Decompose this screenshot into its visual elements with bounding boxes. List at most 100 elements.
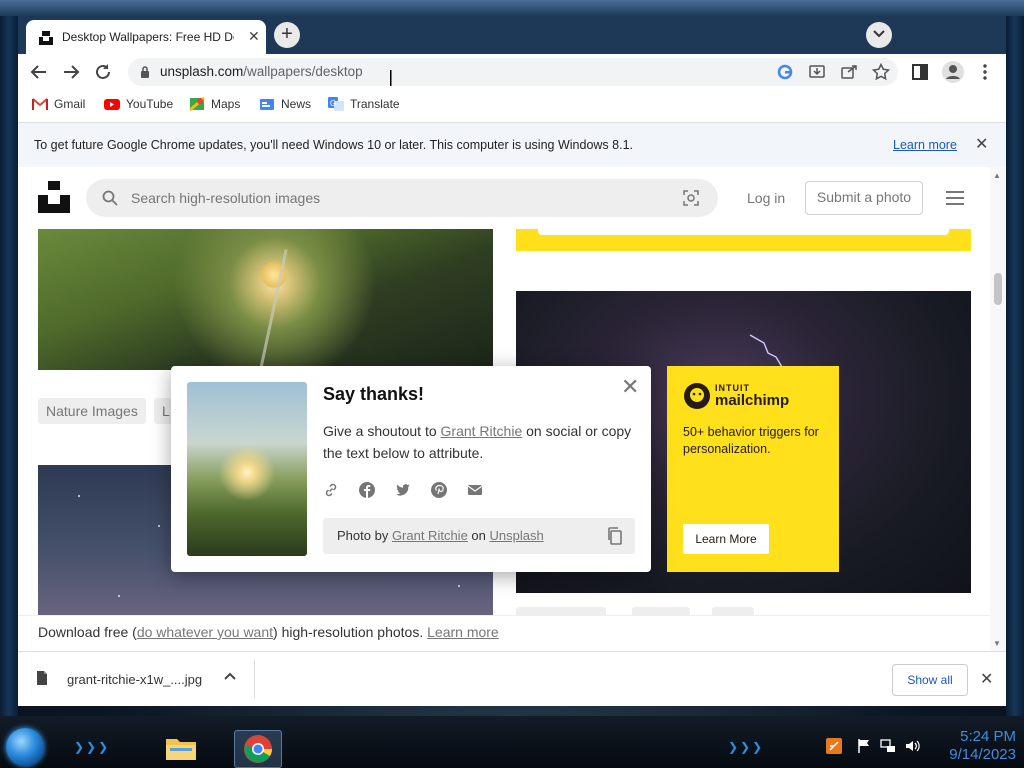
ad-learn-more-button[interactable]: Learn More bbox=[683, 524, 769, 554]
modal-photo-thumbnail bbox=[187, 382, 307, 556]
tab-unsplash[interactable]: Desktop Wallpapers: Free HD Do ✕ bbox=[26, 20, 266, 54]
gmail-icon bbox=[32, 98, 48, 110]
hamburger-menu-icon[interactable] bbox=[946, 191, 964, 209]
show-all-downloads-button[interactable]: Show all bbox=[892, 664, 968, 696]
bookmark-news[interactable]: News bbox=[259, 96, 311, 114]
download-filename[interactable]: grant-ritchie-x1w_....jpg bbox=[67, 672, 202, 687]
unsplash-logo-icon[interactable] bbox=[38, 181, 70, 213]
email-icon[interactable] bbox=[467, 482, 485, 500]
link-icon[interactable] bbox=[323, 482, 341, 500]
more-menu-icon[interactable] bbox=[976, 63, 994, 81]
tag-chip[interactable]: Nature Images bbox=[38, 398, 146, 424]
footer-learn-more-link[interactable]: Learn more bbox=[427, 624, 499, 640]
ad-brand: mailchimp bbox=[715, 392, 790, 409]
lock-icon[interactable] bbox=[140, 66, 150, 78]
side-panel-icon[interactable] bbox=[911, 63, 929, 81]
profile-avatar-icon[interactable] bbox=[942, 61, 964, 83]
search-input[interactable]: Search high-resolution images bbox=[86, 179, 718, 217]
bookmark-star-icon[interactable] bbox=[872, 63, 890, 81]
back-arrow-icon[interactable] bbox=[30, 63, 48, 81]
facebook-icon[interactable] bbox=[359, 482, 377, 500]
windows-taskbar: ❯❯❯ ❯❯❯ 5:24 PM 9/14/2023 bbox=[0, 716, 1024, 768]
credit-author-link[interactable]: Grant Ritchie bbox=[392, 528, 468, 543]
download-shelf: grant-ritchie-x1w_....jpg Show all ✕ bbox=[18, 651, 1006, 706]
photo-valley-road[interactable] bbox=[38, 229, 493, 370]
desktop: Desktop Wallpapers: Free HD Do ✕ + unspl… bbox=[0, 0, 1024, 768]
update-infobar: To get future Google Chrome updates, you… bbox=[18, 122, 1006, 168]
mailchimp-ad[interactable]: INTUIT mailchimp 50+ behavior triggers f… bbox=[667, 366, 839, 572]
login-link[interactable]: Log in bbox=[747, 190, 785, 206]
divider bbox=[254, 660, 255, 698]
tab-title: Desktop Wallpapers: Free HD Do bbox=[62, 30, 234, 44]
modal-title: Say thanks! bbox=[323, 384, 425, 404]
maps-icon bbox=[189, 96, 205, 111]
pinterest-icon[interactable] bbox=[431, 482, 449, 500]
bookmarks-bar: Gmail YouTube Maps News G Translate bbox=[18, 90, 1006, 120]
system-clock[interactable]: 5:24 PM 9/14/2023 bbox=[928, 728, 1016, 764]
submit-photo-button[interactable]: Submit a photo bbox=[805, 181, 923, 215]
url-path: /wallpapers/desktop bbox=[243, 64, 363, 79]
freddie-icon bbox=[684, 383, 710, 409]
text-cursor-icon bbox=[390, 70, 392, 86]
svg-text:G: G bbox=[330, 99, 336, 108]
author-link[interactable]: Grant Ritchie bbox=[441, 423, 523, 439]
bookmark-gmail[interactable]: Gmail bbox=[32, 96, 85, 114]
modal-body: Give a shoutout to Grant Ritchie on soci… bbox=[323, 423, 632, 461]
visual-search-icon[interactable] bbox=[683, 190, 699, 206]
tab-close-icon[interactable]: ✕ bbox=[248, 28, 260, 45]
network-icon[interactable] bbox=[880, 738, 896, 754]
tray-app-icon[interactable] bbox=[826, 738, 842, 754]
url-host: unsplash.com bbox=[160, 64, 244, 79]
install-app-icon[interactable] bbox=[808, 63, 826, 81]
clock-date: 9/14/2023 bbox=[949, 746, 1016, 763]
search-icon[interactable] bbox=[102, 190, 118, 206]
page-viewport[interactable]: Search high-resolution images Log in Sub… bbox=[18, 167, 1006, 651]
clock-time: 5:24 PM bbox=[960, 728, 1016, 745]
modal-close-icon[interactable]: ✕ bbox=[621, 374, 639, 400]
twitter-icon[interactable] bbox=[395, 482, 413, 500]
credit-site-link[interactable]: Unsplash bbox=[490, 528, 544, 543]
reload-icon[interactable] bbox=[94, 63, 112, 81]
chrome-icon bbox=[244, 735, 272, 763]
chrome-taskbar-button[interactable] bbox=[234, 730, 282, 768]
infobar-learn-more-link[interactable]: Learn more bbox=[893, 138, 957, 152]
file-explorer-taskbar-button[interactable] bbox=[158, 730, 204, 766]
scrollbar-thumb[interactable] bbox=[994, 273, 1002, 305]
start-button[interactable] bbox=[6, 728, 44, 766]
footer-text: Download free (do whatever you want) hig… bbox=[38, 624, 499, 640]
action-center-flag-icon[interactable] bbox=[856, 738, 872, 754]
url-text: unsplash.com/wallpapers/desktop bbox=[160, 64, 363, 79]
volume-icon[interactable] bbox=[904, 738, 920, 754]
share-icon[interactable] bbox=[840, 63, 858, 81]
news-icon bbox=[260, 98, 274, 110]
file-icon bbox=[37, 671, 47, 685]
bookmark-youtube[interactable]: YouTube bbox=[104, 96, 173, 114]
attribution-box[interactable]: Photo by Grant Ritchie on Unsplash bbox=[323, 518, 635, 554]
page-footer-banner: Download free (do whatever you want) hig… bbox=[18, 615, 990, 651]
license-link[interactable]: do whatever you want bbox=[137, 624, 273, 640]
tab-search-button[interactable] bbox=[866, 22, 892, 48]
copy-icon[interactable] bbox=[607, 527, 623, 545]
ad-copy: 50+ behavior triggers for personalizatio… bbox=[683, 425, 819, 456]
say-thanks-modal: ✕ Say thanks! Give a shoutout to Grant R… bbox=[171, 366, 651, 572]
search-placeholder: Search high-resolution images bbox=[131, 190, 321, 206]
chevron-up-icon[interactable] bbox=[224, 672, 236, 680]
unsplash-header: Search high-resolution images Log in Sub… bbox=[18, 167, 990, 229]
download-shelf-close-icon[interactable]: ✕ bbox=[980, 669, 993, 689]
infobar-close-icon[interactable]: ✕ bbox=[975, 134, 988, 154]
translate-icon: G bbox=[328, 96, 344, 111]
page-scrollbar[interactable]: ▲ ▼ bbox=[990, 167, 1006, 651]
browser-toolbar: unsplash.com/wallpapers/desktop bbox=[18, 54, 1006, 90]
youtube-icon bbox=[104, 98, 120, 110]
unsplash-favicon-icon bbox=[39, 31, 53, 45]
scroll-down-icon[interactable]: ▼ bbox=[993, 639, 1001, 648]
google-lens-icon[interactable] bbox=[776, 63, 794, 81]
forward-arrow-icon[interactable] bbox=[62, 63, 80, 81]
taskbar-decoration: ❯❯❯ bbox=[74, 740, 111, 754]
ad-banner-strip bbox=[516, 229, 971, 251]
tab-strip: Desktop Wallpapers: Free HD Do ✕ + bbox=[18, 16, 1006, 54]
scroll-up-icon[interactable]: ▲ bbox=[993, 171, 1001, 180]
bookmark-translate[interactable]: G Translate bbox=[328, 96, 400, 114]
new-tab-button[interactable]: + bbox=[274, 22, 300, 48]
bookmark-maps[interactable]: Maps bbox=[189, 96, 240, 114]
